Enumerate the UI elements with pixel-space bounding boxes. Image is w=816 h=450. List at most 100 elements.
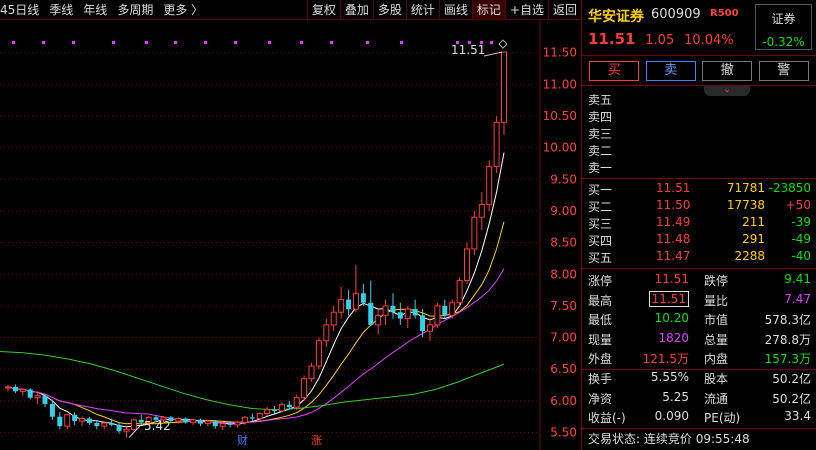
stats-button[interactable]: 统计 — [405, 0, 439, 20]
mark-button[interactable]: 标记 — [471, 0, 505, 20]
candle-body — [94, 423, 100, 427]
bid-delta: -49 — [791, 232, 811, 246]
marker-dot — [400, 41, 403, 44]
sector-index-box[interactable]: 证券 -0.32% — [755, 4, 812, 50]
low-price-label: 5.42 — [144, 419, 171, 433]
cancel-order-button[interactable]: 撤 — [702, 60, 753, 81]
stat-value: 50.2亿 — [772, 370, 811, 387]
chart-grid — [0, 20, 541, 450]
moving-average-lines — [0, 152, 505, 428]
bid-row[interactable]: 买三 11.49 211 -39 — [582, 214, 816, 231]
marker-dot — [330, 41, 333, 44]
period-more[interactable]: 更多 〉 — [158, 0, 208, 20]
candle-body — [397, 312, 403, 319]
ask-label: 卖四 — [588, 110, 613, 124]
ma5-line — [7, 152, 505, 428]
stat-value: 11.51 — [648, 290, 689, 307]
stat-value: 278.8万 — [765, 331, 811, 348]
candle-body — [109, 423, 115, 425]
bid-label: 买三 — [588, 217, 613, 231]
period-quarter[interactable]: 季线 — [44, 0, 78, 20]
candlestick-chart[interactable]: 11.50 11.00 10.50 10.00 9.50 9.00 8.50 8.00 7.50… — [0, 20, 581, 450]
stat-value: 10.20 — [655, 311, 689, 325]
candle-body — [434, 305, 441, 326]
stat-key: 最高 — [588, 293, 613, 308]
stat-value: 9.41 — [784, 272, 811, 286]
candle-body — [86, 418, 92, 424]
candle-body — [390, 305, 396, 313]
price-change: 1.05 — [645, 33, 675, 48]
restore-rights-button[interactable]: 复权 — [306, 0, 340, 20]
ask-row: 卖三 — [582, 124, 816, 141]
candle-body — [27, 389, 33, 398]
marker-dot — [300, 41, 303, 44]
price-row: 11.51 1.05 10.04% — [588, 30, 734, 48]
overlay-button[interactable]: 叠加 — [339, 0, 373, 20]
stat-value: 157.3万 — [765, 350, 811, 367]
multi-stock-button[interactable]: 多股 — [372, 0, 406, 20]
alert-button[interactable]: 警 — [758, 60, 809, 81]
candle-body — [338, 299, 345, 313]
candle-body — [412, 309, 418, 316]
bid-price: 11.47 — [656, 249, 691, 263]
add-watchlist-button[interactable]: +自选 — [504, 0, 548, 20]
period-multi[interactable]: 多周期 — [112, 0, 158, 20]
price-change-pct: 10.04% — [684, 33, 734, 48]
back-button[interactable]: 返回 — [547, 0, 581, 20]
y-tick-label: 10.00 — [543, 141, 577, 155]
stat-value-text: 278.8万 — [764, 332, 811, 347]
y-tick-label: 9.50 — [550, 172, 577, 186]
stat-key: 最低 — [588, 313, 613, 327]
marker-dot — [490, 41, 493, 44]
diamond-marker-icon — [498, 39, 508, 49]
marker-cai[interactable]: 财 — [237, 433, 248, 447]
y-tick-label: 5.50 — [550, 426, 577, 440]
stat-key: 总量 — [704, 332, 729, 347]
stat-value: 33.4 — [784, 409, 811, 423]
bid-label: 买五 — [588, 251, 613, 265]
y-tick-label: 6.00 — [550, 394, 577, 408]
marker-dot — [112, 41, 115, 44]
draw-line-button[interactable]: 画线 — [438, 0, 472, 20]
stat-value: 0.090 — [655, 409, 689, 423]
marker-dot — [42, 41, 45, 44]
candle-body — [101, 422, 108, 427]
sell-button[interactable]: 卖 — [645, 60, 696, 81]
stock-header: 华安证券 600909 R500 11.51 1.05 10.04% 证券 -0… — [582, 0, 816, 56]
ask-label: 卖三 — [588, 127, 613, 141]
bid-volume: 291 — [742, 232, 765, 246]
bid-price: 11.50 — [656, 198, 691, 212]
candle-body — [286, 404, 292, 408]
marker-zhang[interactable]: 涨 — [311, 434, 322, 447]
trade-status-label: 交易状态: — [588, 432, 641, 446]
y-tick-label: 10.50 — [543, 109, 577, 123]
ask-label: 卖一 — [588, 161, 613, 175]
period-45day[interactable]: 45日线 — [0, 0, 44, 20]
candle-body — [19, 388, 26, 392]
ask-row: 卖四 — [582, 107, 816, 124]
bid-row[interactable]: 买一 11.51 71781 -23850 — [582, 180, 816, 197]
candle-body — [478, 204, 485, 218]
buy-button[interactable]: 买 — [589, 60, 640, 81]
bid-row[interactable]: 买四 11.48 291 -49 — [582, 231, 816, 248]
stat-key: 量比 — [704, 293, 729, 308]
ask-row: 卖五 — [582, 90, 816, 107]
bid-row[interactable]: 买五 11.47 2288 -40 — [582, 248, 816, 265]
bid-book: 买一 11.51 71781 -23850 买二 11.50 17738 +50 买三 11.… — [582, 180, 816, 265]
candle-body — [463, 248, 470, 282]
stat-value-text: 33.4 — [784, 409, 811, 423]
y-tick-label: 8.50 — [550, 236, 577, 250]
quote-stats-primary: 涨停 11.51 跌停 9.41 最高 11.51 量比 7.47 最低 10.20 市值 578.3… — [582, 270, 816, 368]
candle-body — [301, 378, 308, 399]
stat-row: 涨停 11.51 跌停 9.41 — [582, 270, 816, 290]
ask-label: 卖五 — [588, 93, 613, 107]
stat-row: 最低 10.20 市值 578.3亿 — [582, 309, 816, 329]
period-year[interactable]: 年线 — [78, 0, 112, 20]
bid-row[interactable]: 买二 11.50 17738 +50 — [582, 197, 816, 214]
stat-row: 最高 11.51 量比 7.47 — [582, 290, 816, 310]
candle-body — [241, 416, 248, 423]
quote-stats-secondary: 换手 5.55% 股本 50.2亿 净资 5.25 流通 50.2亿 收益(-) 0.090 PE(… — [582, 368, 816, 427]
candle-body — [49, 404, 55, 417]
candle-body — [486, 166, 493, 206]
stat-value-text: 5.55% — [650, 370, 689, 384]
